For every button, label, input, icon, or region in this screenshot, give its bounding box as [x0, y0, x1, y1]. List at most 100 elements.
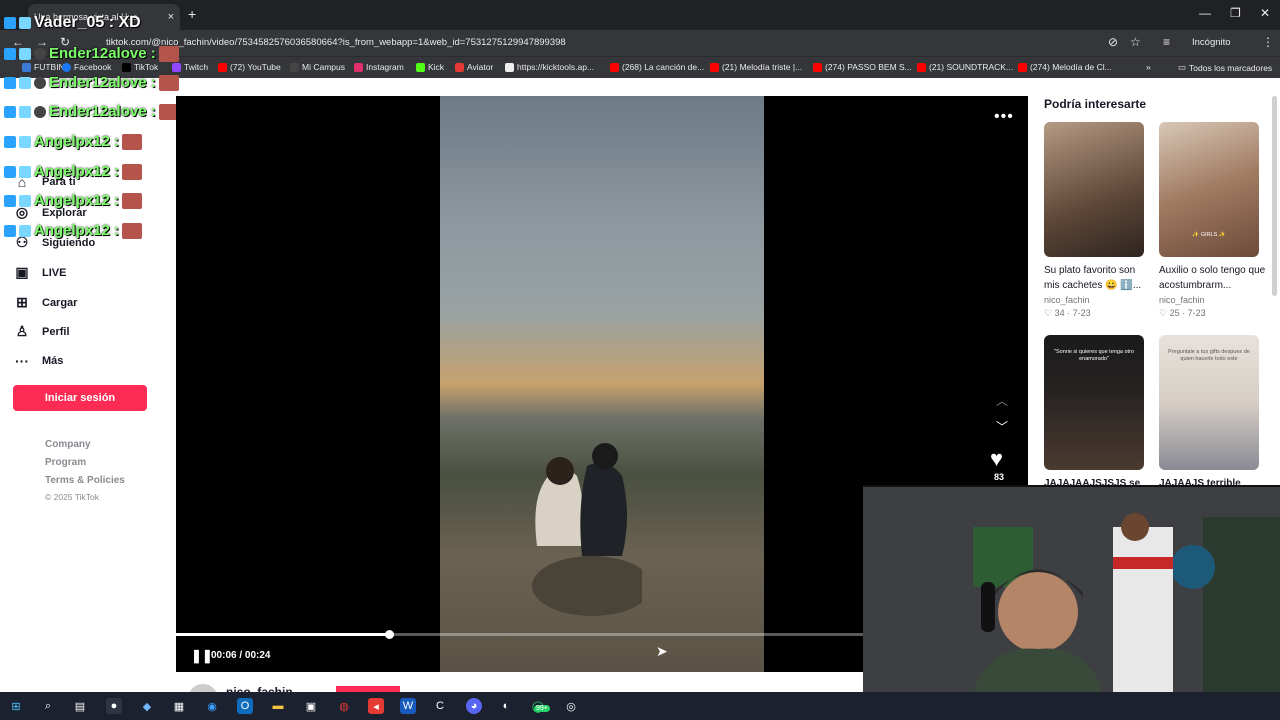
rec-title[interactable]: Auxilio o solo tengo que acostumbrarm...	[1159, 263, 1267, 293]
rec-stats: ♡ 34 · 7-23	[1044, 308, 1091, 318]
minimize-icon[interactable]: —	[1199, 6, 1211, 20]
bookmark-item[interactable]: Kick	[416, 62, 444, 72]
like-count: 83	[994, 472, 1005, 482]
rec-title[interactable]: Su plato favorito son mis cachetes 😀 ℹ️.…	[1044, 263, 1152, 293]
close-window-icon[interactable]: ✕	[1260, 6, 1270, 20]
futbin-icon	[22, 62, 31, 72]
tab-search-icon[interactable]: ≡	[1163, 35, 1170, 49]
outlook-icon[interactable]: O	[237, 698, 253, 714]
youtube-icon	[1018, 62, 1027, 72]
chrome-icon[interactable]: ●	[106, 698, 122, 714]
emote-icon	[122, 192, 143, 209]
sidebar-item-mas[interactable]: ··· Más	[14, 353, 63, 369]
bookmark-item[interactable]: FUTBIN	[22, 62, 65, 72]
sidebar-item-live[interactable]: ▣ LIVE	[14, 264, 66, 281]
facebook-icon	[62, 62, 71, 72]
bookmarks-overflow[interactable]: »	[1146, 62, 1151, 72]
rec-author[interactable]: nico_fachin	[1159, 295, 1205, 305]
restore-icon[interactable]: ❐	[1230, 6, 1241, 20]
emote-icon	[158, 45, 179, 62]
chevron-down-icon[interactable]: ﹀	[996, 418, 1008, 435]
rec-thumbnail[interactable]: "Sonrie si quieres que tenga otro enamor…	[1044, 335, 1144, 470]
incognito-label[interactable]: Incógnito	[1192, 37, 1231, 48]
chat-message: Angelpx12 :	[4, 222, 143, 239]
bookmark-item[interactable]: Instagram	[354, 62, 404, 72]
emote-icon	[122, 163, 143, 180]
menu-icon[interactable]: ⋮	[1262, 35, 1274, 49]
heart-icon[interactable]: ♥	[990, 446, 1003, 472]
grid-icon	[505, 62, 514, 72]
rec-stats: ♡ 25 · 7-23	[1159, 308, 1206, 318]
windows-start-icon[interactable]: ⊞	[8, 698, 24, 714]
footer-link-program[interactable]: Program	[45, 457, 86, 468]
chat-message: Angelpx12 :	[4, 163, 143, 180]
tab-close-icon[interactable]: ×	[168, 11, 174, 23]
edge-icon[interactable]: ◉	[204, 698, 220, 714]
footer-link-terms[interactable]: Terms & Policies	[45, 475, 125, 486]
app-icon[interactable]: ◍	[336, 698, 352, 714]
badge-icon	[4, 47, 16, 60]
app-icon[interactable]: ◂	[368, 698, 384, 714]
badge-icon	[34, 76, 46, 89]
search-icon[interactable]: ⌕	[40, 698, 56, 714]
app-icon[interactable]: C	[432, 698, 448, 714]
browser-tab-bar: Una hermosa vista al Hua × + — ❐ ✕	[0, 0, 1280, 30]
badge-icon	[19, 224, 31, 237]
more-options-icon[interactable]: •••	[994, 108, 1014, 126]
bookmark-item[interactable]: TikTok	[122, 62, 158, 72]
badge-icon	[34, 47, 46, 60]
youtube-icon	[917, 62, 926, 72]
file-explorer-icon[interactable]: ▬	[270, 698, 286, 714]
youtube-icon	[710, 62, 719, 72]
app-icon[interactable]: ◐	[498, 698, 514, 714]
bookmark-item[interactable]: (21) Melodía triste |...	[710, 62, 802, 72]
sidebar-item-cargar[interactable]: ⊞ Cargar	[14, 294, 77, 311]
rec-author[interactable]: nico_fachin	[1044, 295, 1090, 305]
app-icon[interactable]: ▣	[303, 698, 319, 714]
new-tab-button[interactable]: +	[188, 6, 196, 22]
chevron-up-icon[interactable]: ︿	[996, 392, 1008, 409]
badge-icon	[4, 17, 16, 29]
badge-icon	[19, 165, 31, 178]
bookmark-item[interactable]: Facebook	[62, 62, 111, 72]
twitch-icon	[172, 62, 181, 72]
bookmark-item[interactable]: (274) PASSO BEM S...	[813, 62, 912, 72]
bookmark-item[interactable]: (21) SOUNDTRACK...	[917, 62, 1013, 72]
scrollbar[interactable]	[1272, 96, 1277, 296]
heart-outline-icon: ♡	[1044, 308, 1053, 318]
instagram-icon	[354, 62, 363, 72]
bookmark-item[interactable]: Mi Campus	[290, 62, 345, 72]
word-icon[interactable]: W	[400, 698, 416, 714]
eye-off-icon[interactable]: ⊘	[1108, 35, 1118, 49]
sidebar-item-perfil[interactable]: ♙ Perfil	[14, 323, 70, 340]
youtube-icon	[610, 62, 619, 72]
rec-thumbnail[interactable]	[1044, 122, 1144, 257]
pause-icon[interactable]: ❚❚	[191, 648, 213, 664]
bookmark-item[interactable]: (268) La canción de...	[610, 62, 704, 72]
all-bookmarks[interactable]: ▭ Todos los marcadores	[1178, 62, 1272, 73]
emote-icon	[158, 74, 179, 91]
login-button[interactable]: Iniciar sesión	[13, 385, 147, 411]
discord-icon[interactable]: ◕	[466, 698, 482, 714]
bookmarks-bar: FUTBIN Facebook TikTok Twitch (72) YouTu…	[0, 56, 1280, 78]
badge-icon	[4, 165, 16, 178]
progress-handle[interactable]	[385, 630, 394, 639]
time-display: 00:06 / 00:24	[211, 650, 271, 661]
bookmark-item[interactable]: (274) Melodía de Cl...	[1018, 62, 1112, 72]
bookmark-item[interactable]: https://kicktools.ap...	[505, 62, 594, 72]
bookmark-item[interactable]: Twitch	[172, 62, 208, 72]
rec-thumbnail[interactable]: Preguntale a tus gifts despues de quien …	[1159, 335, 1259, 470]
tiktok-icon	[122, 62, 131, 72]
star-icon[interactable]: ☆	[1130, 35, 1141, 49]
bookmark-item[interactable]: (72) YouTube	[218, 62, 281, 72]
badge-icon	[4, 224, 16, 237]
badge-icon	[4, 194, 16, 207]
footer-link-company[interactable]: Company	[45, 439, 91, 450]
rec-thumbnail[interactable]: ✨ GIRLS ✨	[1159, 122, 1259, 257]
store-icon[interactable]: ▦	[171, 698, 187, 714]
obs-icon[interactable]: ◎	[563, 698, 579, 714]
upload-icon: ⊞	[16, 294, 28, 310]
copilot-icon[interactable]: ◆	[139, 698, 155, 714]
bookmark-item[interactable]: Aviator	[455, 62, 493, 72]
task-view-icon[interactable]: ▤	[72, 698, 88, 714]
